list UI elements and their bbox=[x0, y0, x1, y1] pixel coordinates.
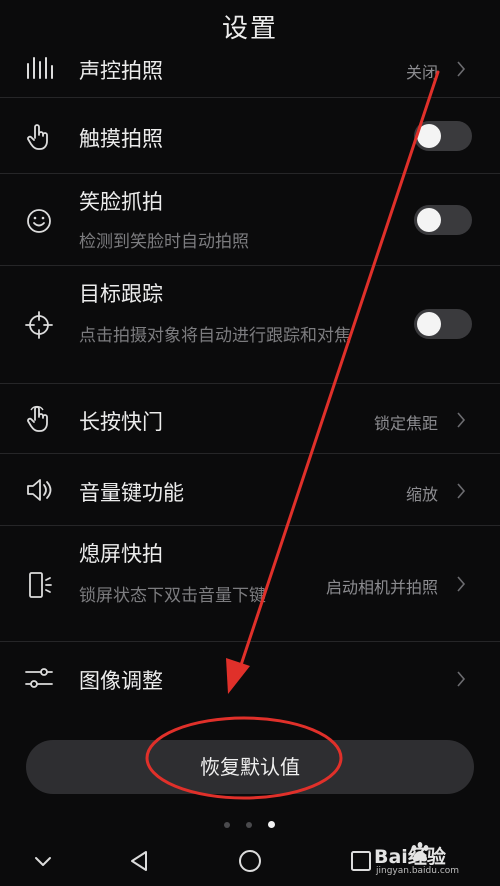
smile-capture-toggle[interactable] bbox=[414, 205, 472, 235]
home-circle-icon[interactable] bbox=[235, 846, 265, 876]
touch-hand-icon bbox=[24, 122, 54, 152]
chevron-right-icon bbox=[457, 483, 466, 499]
voice-bars-icon bbox=[24, 54, 54, 84]
speaker-icon bbox=[24, 475, 54, 505]
chevron-right-icon bbox=[457, 671, 466, 687]
row-label: 触摸拍照 bbox=[79, 127, 163, 151]
chevron-right-icon bbox=[457, 576, 466, 592]
touch-capture-toggle[interactable] bbox=[414, 121, 472, 151]
target-crosshair-icon bbox=[24, 310, 54, 340]
row-value: 锁定焦距 bbox=[373, 414, 438, 433]
row-value: 缩放 bbox=[405, 485, 438, 504]
baidu-jingyan-watermark: Bai经验 jingyan.baidu.com bbox=[370, 838, 492, 882]
row-description: 检测到笑脸时自动拍照 bbox=[79, 232, 249, 252]
row-description: 点击拍摄对象将自动进行跟踪和对焦 bbox=[79, 326, 351, 346]
chevron-down-icon[interactable] bbox=[28, 846, 58, 876]
long-press-hand-icon bbox=[24, 404, 54, 434]
toggle-knob bbox=[417, 124, 441, 148]
settings-row-screen-off-snap[interactable]: 熄屏快拍 锁屏状态下双击音量下键 启动相机并拍照 bbox=[0, 526, 500, 642]
toggle-knob bbox=[417, 312, 441, 336]
settings-row-long-press-shutter[interactable]: 长按快门 锁定焦距 bbox=[0, 384, 500, 454]
settings-row-volume-key[interactable]: 音量键功能 缩放 bbox=[0, 454, 500, 526]
chevron-right-icon bbox=[457, 412, 466, 428]
row-label: 图像调整 bbox=[79, 669, 163, 693]
settings-row-voice-capture[interactable]: 声控拍照 关闭 bbox=[0, 42, 500, 98]
back-triangle-icon[interactable] bbox=[125, 846, 155, 876]
settings-row-touch-capture[interactable]: 触摸拍照 bbox=[0, 98, 500, 174]
row-label: 长按快门 bbox=[79, 410, 163, 434]
toggle-knob bbox=[417, 208, 441, 232]
watermark-brand: Bai经验 bbox=[374, 846, 446, 868]
page-indicator bbox=[0, 821, 500, 830]
page-dot bbox=[224, 822, 230, 828]
row-value: 启动相机并拍照 bbox=[325, 578, 438, 597]
phone-snap-icon bbox=[24, 570, 54, 600]
sliders-icon bbox=[24, 663, 54, 693]
row-label: 熄屏快拍 bbox=[79, 542, 163, 566]
settings-row-image-adjust[interactable]: 图像调整 bbox=[0, 642, 500, 714]
row-description: 锁屏状态下双击音量下键 bbox=[79, 586, 266, 606]
target-tracking-toggle[interactable] bbox=[414, 309, 472, 339]
page-title: 设置 bbox=[221, 14, 278, 44]
row-label: 目标跟踪 bbox=[79, 282, 163, 306]
settings-row-target-tracking[interactable]: 目标跟踪 点击拍摄对象将自动进行跟踪和对焦 bbox=[0, 266, 500, 384]
row-value: 关闭 bbox=[405, 63, 438, 82]
page-dot-active bbox=[268, 821, 275, 828]
watermark-url: jingyan.baidu.com bbox=[376, 866, 460, 876]
chevron-right-icon bbox=[457, 61, 466, 77]
restore-defaults-button[interactable]: 恢复默认值 bbox=[26, 740, 474, 794]
smile-face-icon bbox=[24, 206, 54, 236]
row-label: 音量键功能 bbox=[79, 481, 184, 505]
row-label: 声控拍照 bbox=[79, 59, 163, 83]
settings-row-smile-capture[interactable]: 笑脸抓拍 检测到笑脸时自动拍照 bbox=[0, 174, 500, 266]
row-label: 笑脸抓拍 bbox=[79, 190, 163, 214]
page-dot bbox=[246, 822, 252, 828]
